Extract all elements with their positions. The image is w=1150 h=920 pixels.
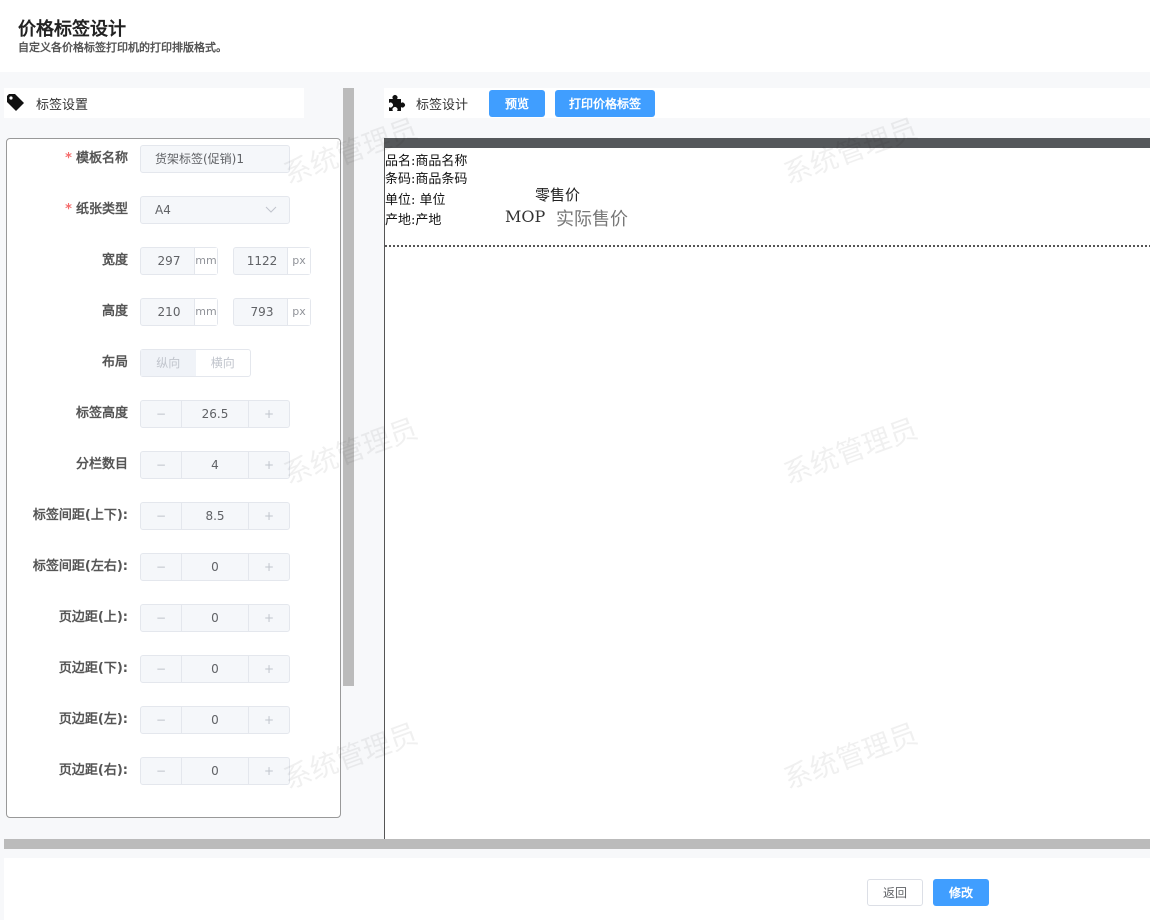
footer-bar: 返回 修改 <box>4 858 1150 920</box>
stepper-label: 标签间距(左右): <box>32 559 128 574</box>
modify-button[interactable]: 修改 <box>933 879 989 906</box>
unit-field[interactable]: 单位: 单位 <box>385 189 446 208</box>
increment-button[interactable]: + <box>249 707 289 733</box>
stepper-label: 页边距(右): <box>58 763 128 778</box>
back-button[interactable]: 返回 <box>867 879 923 906</box>
stepper-input[interactable]: 26.5 <box>181 401 249 427</box>
width-px-input[interactable]: 1122 px <box>233 247 311 275</box>
page-subtitle: 自定义各价格标签打印机的打印排版格式。 <box>18 41 227 54</box>
stepper-label: 页边距(左): <box>58 712 128 727</box>
decrement-button[interactable]: − <box>141 503 181 529</box>
paper-type-select[interactable]: A4 <box>140 196 290 224</box>
increment-button[interactable]: + <box>249 452 289 478</box>
layout-toggle: 纵向 横向 <box>140 349 251 377</box>
paper-type-row: * 纸张类型 A4 <box>7 196 342 224</box>
layout-landscape-option[interactable]: 横向 <box>196 350 251 376</box>
stepper-row: 页边距(下): − 0 + <box>7 655 342 683</box>
increment-button[interactable]: + <box>249 554 289 580</box>
stepper-row: 标签高度 − 26.5 + <box>7 400 342 428</box>
barcode-field[interactable]: 条码:商品条码 <box>385 168 467 187</box>
number-stepper: − 0 + <box>140 553 290 581</box>
height-row: 高度 210 mm 793 px <box>7 298 342 326</box>
stepper-input[interactable]: 4 <box>181 452 249 478</box>
number-stepper: − 8.5 + <box>140 502 290 530</box>
stepper-input[interactable]: 0 <box>181 707 249 733</box>
puzzle-icon <box>389 95 405 111</box>
decrement-button[interactable]: − <box>141 707 181 733</box>
label-settings-header: 标签设置 <box>4 88 304 118</box>
stepper-input[interactable]: 8.5 <box>181 503 249 529</box>
page-title: 价格标签设计 <box>18 19 126 40</box>
canvas-ruler-bar <box>385 138 1150 148</box>
layout-row: 布局 纵向 横向 <box>7 349 342 377</box>
width-row: 宽度 297 mm 1122 px <box>7 247 342 275</box>
height-mm-input[interactable]: 210 mm <box>140 298 218 326</box>
stepper-label: 分栏数目 <box>75 457 128 472</box>
preview-button[interactable]: 预览 <box>489 89 546 117</box>
height-px-input[interactable]: 793 px <box>233 298 311 326</box>
label-design-title: 标签设计 <box>416 97 469 113</box>
origin-field[interactable]: 产地:产地 <box>385 209 441 228</box>
decrement-button[interactable]: − <box>141 401 181 427</box>
decrement-button[interactable]: − <box>141 758 181 784</box>
number-stepper: − 0 + <box>140 706 290 734</box>
stepper-label: 标签高度 <box>75 406 128 421</box>
number-stepper: − 26.5 + <box>140 400 290 428</box>
left-panel-scrollbar[interactable] <box>343 88 354 686</box>
stepper-input[interactable]: 0 <box>181 554 249 580</box>
layout-portrait-option[interactable]: 纵向 <box>141 350 196 376</box>
print-price-label-button[interactable]: 打印价格标签 <box>555 89 656 117</box>
stepper-row: 分栏数目 − 4 + <box>7 451 342 479</box>
template-name-input[interactable]: 货架标签(促销)1 <box>140 145 290 173</box>
increment-button[interactable]: + <box>249 656 289 682</box>
number-stepper: − 0 + <box>140 604 290 632</box>
stepper-row: 页边距(左): − 0 + <box>7 706 342 734</box>
decrement-button[interactable]: − <box>141 605 181 631</box>
increment-button[interactable]: + <box>249 605 289 631</box>
stepper-row: 页边距(上): − 0 + <box>7 604 342 632</box>
stepper-label: 页边距(下): <box>58 661 128 676</box>
width-mm-input[interactable]: 297 mm <box>140 247 218 275</box>
template-name-row: * 模板名称 货架标签(促销)1 <box>7 145 342 173</box>
stepper-input[interactable]: 0 <box>181 656 249 682</box>
number-stepper: − 4 + <box>140 451 290 479</box>
tag-icon <box>7 94 24 111</box>
actual-price-field[interactable]: 实际售价 <box>556 205 628 231</box>
increment-button[interactable]: + <box>249 503 289 529</box>
stepper-row: 标签间距(左右): − 0 + <box>7 553 342 581</box>
increment-button[interactable]: + <box>249 401 289 427</box>
settings-form: * 模板名称 货架标签(促销)1 * 纸张类型 A4 宽度 297 mm 1122 px… <box>6 138 341 818</box>
increment-button[interactable]: + <box>249 758 289 784</box>
retail-price-field[interactable]: 零售价 <box>535 184 580 205</box>
currency-field[interactable]: MOP <box>505 207 545 226</box>
horizontal-scrollbar[interactable] <box>4 839 1150 849</box>
stepper-label: 页边距(上): <box>58 610 128 625</box>
decrement-button[interactable]: − <box>141 656 181 682</box>
chevron-down-icon <box>265 206 277 213</box>
decrement-button[interactable]: − <box>141 554 181 580</box>
stepper-label: 标签间距(上下): <box>32 508 128 523</box>
product-name-field[interactable]: 品名:商品名称 <box>385 150 467 169</box>
label-boundary-line <box>385 245 1150 247</box>
decrement-button[interactable]: − <box>141 452 181 478</box>
number-stepper: − 0 + <box>140 757 290 785</box>
label-design-canvas[interactable]: 品名:商品名称 条码:商品条码 单位: 单位 产地:产地 零售价 MOP 实际售… <box>384 138 1150 839</box>
number-stepper: − 0 + <box>140 655 290 683</box>
stepper-input[interactable]: 0 <box>181 758 249 784</box>
page-header: 价格标签设计 自定义各价格标签打印机的打印排版格式。 <box>0 0 1150 72</box>
label-design-header: 标签设计 预览 打印价格标签 <box>384 88 1150 118</box>
label-settings-title: 标签设置 <box>36 97 89 113</box>
stepper-row: 标签间距(上下): − 8.5 + <box>7 502 342 530</box>
stepper-row: 页边距(右): − 0 + <box>7 757 342 785</box>
stepper-input[interactable]: 0 <box>181 605 249 631</box>
